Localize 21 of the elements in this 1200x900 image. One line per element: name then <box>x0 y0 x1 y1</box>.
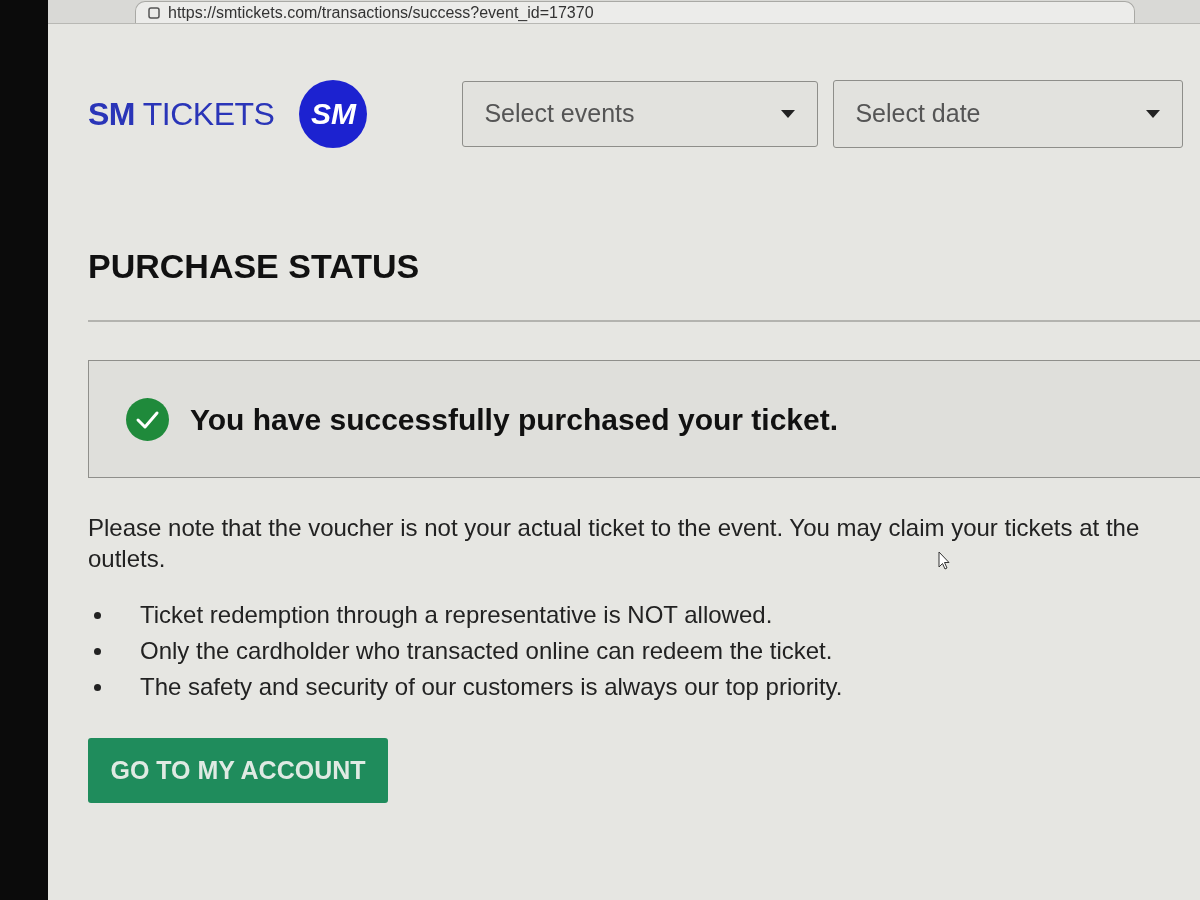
success-message: You have successfully purchased your ticket. <box>190 401 839 438</box>
brand-mark[interactable]: SM <box>299 80 368 148</box>
rule-text: The safety and security of our customers is always our top priority. <box>140 672 843 702</box>
mouse-pointer-icon <box>938 551 950 570</box>
url-text: https://smtickets.com/transactions/success?event_id=17370 <box>168 4 594 21</box>
address-bar[interactable]: https://smtickets.com/transactions/success?event_id=17370 <box>135 1 1135 23</box>
page-info-icon[interactable] <box>148 6 160 19</box>
dropdown-field[interactable]: Select events <box>462 81 819 147</box>
caret-down-icon <box>1146 110 1161 118</box>
check-circle-icon <box>126 397 169 441</box>
caret-down-icon <box>781 110 796 118</box>
bullet-icon <box>94 611 101 619</box>
page-heading: PURCHASE STATUS <box>88 246 420 286</box>
rule-text: Ticket redemption through a representative is NOT allowed. <box>140 600 773 630</box>
rule-text: Only the cardholder who transacted online can redeem the ticket. <box>140 636 833 666</box>
brand-logo-text[interactable]: SM TICKETS <box>88 94 275 134</box>
bullet-icon <box>94 647 101 655</box>
bullet-icon <box>94 683 101 691</box>
voucher-note-text: Please note that the voucher is not your actual ticket to the event. You may claim your tickets at the <box>88 513 1140 543</box>
voucher-note-text: outlets. <box>88 544 166 574</box>
dropdown-field[interactable]: Select date <box>833 80 1184 148</box>
